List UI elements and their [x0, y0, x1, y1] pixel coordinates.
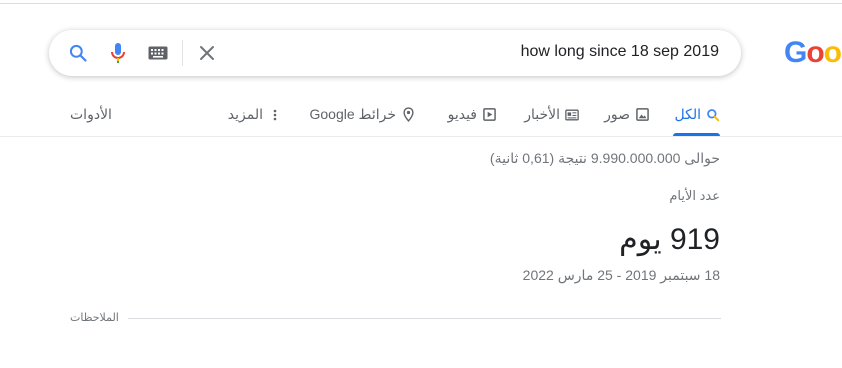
- search-tabs: الكل صور الأخبار فيديو خرائط Google المز…: [0, 100, 842, 136]
- video-icon: [482, 108, 496, 122]
- search-input[interactable]: how long since 18 sep 2019: [521, 43, 719, 61]
- result-stats: حوالى 9.990.000.000 نتيجة (0,61 ثانية): [489, 150, 720, 166]
- tab-news[interactable]: الأخبار: [524, 106, 579, 123]
- tab-label: الأخبار: [524, 106, 560, 122]
- tab-label: خرائط Google: [309, 106, 397, 122]
- google-logo[interactable]: Goo: [784, 36, 842, 70]
- search-icon: [706, 108, 720, 122]
- date-range: 18 سبتمبر 2019 - 25 مارس 2022: [522, 267, 720, 283]
- tabs-divider: [0, 136, 842, 137]
- tab-maps[interactable]: خرائط Google: [310, 106, 416, 123]
- logo-letter: o: [823, 36, 842, 69]
- more-vert-icon: [268, 108, 282, 122]
- answer-card-title: عدد الأيام: [669, 188, 720, 203]
- search-divider: [182, 40, 183, 66]
- tab-label: المزيد: [227, 106, 263, 122]
- tab-label: فيديو: [447, 106, 477, 122]
- tools-button[interactable]: الأدوات: [70, 106, 112, 123]
- notes-divider: [128, 318, 721, 319]
- tab-all[interactable]: الكل: [675, 106, 721, 123]
- news-icon: [565, 108, 579, 122]
- tab-label: الكل: [674, 106, 702, 122]
- microphone-icon[interactable]: [106, 41, 130, 65]
- keyboard-icon[interactable]: [146, 41, 170, 65]
- logo-letter: o: [806, 36, 824, 69]
- notes-link[interactable]: الملاحظات: [70, 311, 119, 324]
- tab-images[interactable]: صور: [604, 106, 649, 123]
- image-icon: [635, 108, 649, 122]
- tab-videos[interactable]: فيديو: [448, 106, 496, 123]
- search-box[interactable]: how long since 18 sep 2019: [49, 30, 741, 76]
- top-divider: [0, 3, 842, 4]
- logo-letter: G: [784, 36, 807, 69]
- clear-icon[interactable]: [195, 41, 219, 65]
- tab-more[interactable]: المزيد: [228, 106, 282, 123]
- map-pin-icon: [401, 107, 415, 122]
- tab-label: صور: [604, 106, 630, 122]
- answer-value: 919 يوم: [619, 223, 720, 256]
- search-icon[interactable]: [66, 41, 90, 65]
